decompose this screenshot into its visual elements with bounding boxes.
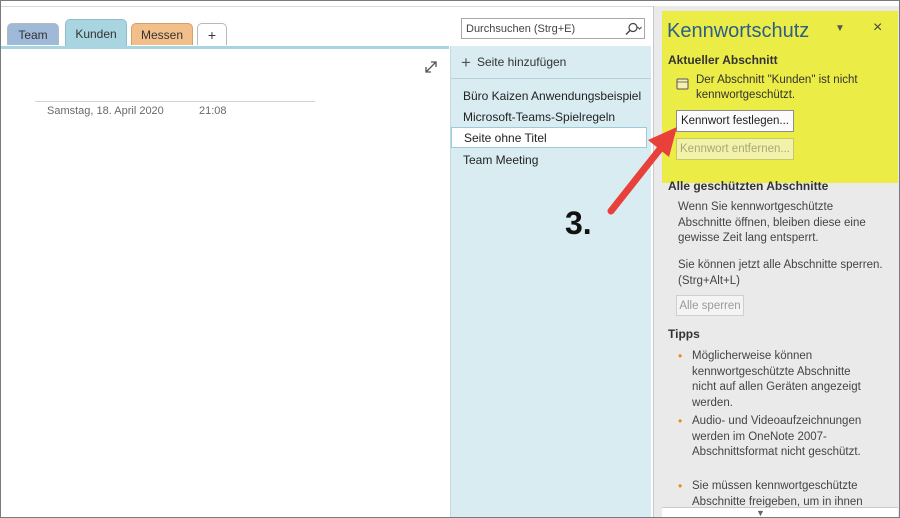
page-date: Samstag, 18. April 2020	[47, 105, 164, 117]
title-strip	[1, 1, 661, 7]
tip-item: • Möglicherweise können kennwortgeschütz…	[678, 349, 868, 411]
close-icon[interactable]: ×	[873, 19, 882, 37]
add-page-button[interactable]: + Seite hinzufügen	[461, 52, 566, 72]
page-list-divider	[451, 78, 651, 79]
tips-heading: Tipps	[668, 327, 700, 341]
panel-scrollbar[interactable]: ▼	[662, 507, 898, 517]
search-input[interactable]: Durchsuchen (Strg+E)	[461, 18, 645, 39]
page-canvas[interactable]: Samstag, 18. April 2020 21:08	[1, 49, 449, 517]
bullet-icon: •	[678, 349, 683, 363]
page-item-team-meeting[interactable]: Team Meeting	[451, 149, 647, 170]
add-page-label: Seite hinzufügen	[476, 55, 567, 69]
tab-team[interactable]: Team	[7, 23, 59, 45]
scroll-down-icon[interactable]: ▼	[756, 508, 765, 517]
bullet-icon: •	[678, 414, 683, 428]
panel-dropdown-icon[interactable]: ▼	[835, 23, 845, 34]
lock-all-button[interactable]: Alle sperren	[676, 295, 744, 316]
section-icon	[676, 77, 689, 90]
tip-text: Möglicherweise können kennwortgeschützte…	[692, 350, 861, 409]
current-section-heading: Aktueller Abschnitt	[668, 53, 778, 67]
search-placeholder: Durchsuchen (Strg+E)	[466, 22, 576, 35]
tip-text: Audio- und Videoaufzeichnungen werden im…	[692, 415, 862, 458]
onenote-window: Team Kunden Messen + Samstag, 18. April …	[0, 0, 900, 518]
password-panel: Kennwortschutz ▼ × Aktueller Abschnitt D…	[653, 6, 899, 517]
section-status-text: Der Abschnitt "Kunden" ist nicht kennwor…	[696, 74, 858, 101]
all-protected-info: Wenn Sie kennwortgeschützte Abschnitte ö…	[678, 201, 866, 244]
tab-kunden[interactable]: Kunden	[65, 19, 127, 47]
tip-item: • Sie müssen kennwortgeschützte Abschnit…	[678, 479, 868, 510]
tab-messen[interactable]: Messen	[131, 23, 193, 45]
tip-text: Sie müssen kennwortgeschützte Abschnitte…	[692, 480, 863, 508]
remove-password-button[interactable]: Kennwort entfernen...	[676, 138, 794, 160]
title-underline	[35, 101, 315, 102]
search-icon[interactable]	[622, 22, 644, 36]
page-item-teams-spielregeln[interactable]: Microsoft-Teams-Spielregeln	[451, 106, 647, 127]
tip-item: • Audio- und Videoaufzeichnungen werden …	[678, 414, 868, 461]
add-section-button[interactable]: +	[197, 23, 227, 45]
panel-title: Kennwortschutz	[667, 20, 810, 42]
page-list: + Seite hinzufügen Büro Kaizen Anwendung…	[450, 46, 651, 517]
all-protected-heading: Alle geschützten Abschnitte	[668, 179, 829, 193]
page-item-ohne-titel[interactable]: Seite ohne Titel	[451, 127, 647, 148]
section-tabs: Team Kunden Messen +	[1, 17, 451, 47]
set-password-button[interactable]: Kennwort festlegen...	[676, 110, 794, 132]
page-time: 21:08	[199, 105, 227, 117]
plus-icon: +	[461, 52, 471, 72]
page-item-buero-kaizen[interactable]: Büro Kaizen Anwendungsbeispiel	[451, 85, 647, 106]
lock-all-info: Sie können jetzt alle Abschnitte sperren…	[678, 259, 883, 287]
expand-icon[interactable]	[423, 59, 439, 75]
bullet-icon: •	[678, 479, 683, 493]
step-number: 3.	[565, 205, 592, 241]
